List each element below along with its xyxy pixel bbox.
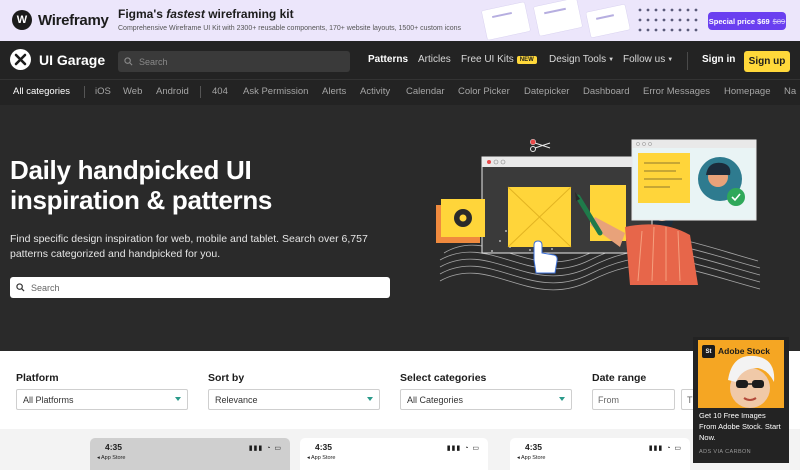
card-app-store-label: ◂ App Store: [307, 455, 336, 461]
status-bar-icons: ▮▮▮ ◔ ▭: [648, 445, 682, 452]
category-bar: All categories iOS Web Android 404 Ask P…: [0, 79, 800, 105]
filter-bar: Platform All Platforms Sort by Relevance…: [0, 351, 800, 429]
category-ask-permission[interactable]: Ask Permission: [243, 86, 308, 97]
sign-in-link[interactable]: Sign in: [702, 54, 735, 65]
nav-link-design-tools-label: Design Tools: [549, 54, 607, 65]
category-separator: [84, 86, 85, 98]
nav-search-input[interactable]: [139, 56, 339, 67]
search-icon: [16, 283, 25, 292]
card-app-store-label: ◂ App Store: [517, 455, 546, 461]
status-bar-icons: ▮▮▮ ◔ ▭: [248, 445, 282, 452]
hero-illustration: [436, 139, 761, 291]
old-price: $89: [772, 16, 786, 26]
category-homepage[interactable]: Homepage: [724, 86, 770, 97]
card-status-time: 4:35: [105, 442, 123, 452]
categories-value: All Categories: [407, 394, 464, 405]
category-404[interactable]: 404: [212, 86, 228, 97]
dropdown-arrow-icon: [175, 397, 181, 401]
status-bar-icons: ▮▮▮ ◔ ▭: [446, 445, 480, 452]
category-web[interactable]: Web: [123, 86, 142, 97]
chevron-down-icon: ▼: [608, 57, 615, 63]
hero-search: [10, 277, 390, 298]
promo-preview-image: [478, 0, 704, 41]
date-range-label: Date range: [592, 372, 647, 384]
category-separator: [200, 86, 201, 98]
wireframy-logo-icon: W: [12, 10, 32, 30]
dropdown-arrow-icon: [367, 397, 373, 401]
nav-link-patterns[interactable]: Patterns: [368, 54, 408, 65]
brand-name: UI Garage: [39, 51, 106, 68]
carbon-ad[interactable]: St Adobe Stock Get 10 Free Images From A…: [693, 337, 789, 463]
sort-by-select[interactable]: Relevance: [208, 389, 380, 410]
ads-via-carbon[interactable]: ADS VIA CARBON: [699, 449, 751, 455]
pattern-gallery: 4:35 ◂ App Store ▮▮▮ ◔ ▭ 4:35 ◂ App Stor…: [0, 429, 800, 470]
category-error-messages[interactable]: Error Messages: [643, 86, 710, 97]
category-activity[interactable]: Activity: [360, 86, 390, 97]
category-ios[interactable]: iOS: [95, 86, 111, 97]
top-navbar: UI Garage Patterns Articles Free UI Kits…: [0, 41, 800, 79]
category-datepicker[interactable]: Datepicker: [524, 86, 569, 97]
price-label: Special price $69: [708, 16, 770, 26]
promo-subtitle: Comprehensive Wireframe UI Kit with 2300…: [118, 25, 461, 32]
sort-by-label: Sort by: [208, 372, 245, 384]
pattern-card[interactable]: 4:35 ◂ App Store ▮▮▮ ◔ ▭: [300, 438, 488, 470]
pattern-card[interactable]: 4:35 ◂ App Store ▮▮▮ ◔ ▭: [510, 438, 690, 470]
sort-by-value: Relevance: [215, 394, 258, 405]
new-badge: NEW: [516, 56, 537, 64]
platform-value: All Platforms: [23, 394, 74, 405]
pattern-card[interactable]: 4:35 ◂ App Store ▮▮▮ ◔ ▭: [90, 438, 290, 470]
nav-link-free-ui-kits-label: Free UI Kits: [461, 54, 514, 65]
wireframy-brand: Wireframy: [38, 11, 109, 29]
promo-banner[interactable]: W Wireframy Figma's fastest wireframing …: [0, 0, 800, 41]
nav-link-design-tools[interactable]: Design Tools ▼: [549, 54, 614, 65]
promo-title-pre: Figma's: [118, 7, 167, 21]
chevron-down-icon: ▼: [667, 57, 674, 63]
dropdown-arrow-icon: [559, 397, 565, 401]
hero-description: Find specific design inspiration for web…: [10, 233, 368, 260]
category-android[interactable]: Android: [156, 86, 189, 97]
sign-up-button[interactable]: Sign up: [744, 51, 790, 72]
card-status-time: 4:35: [525, 442, 543, 452]
brand-link[interactable]: UI Garage: [10, 49, 105, 70]
nav-link-free-ui-kits[interactable]: Free UI Kits NEW: [461, 54, 537, 65]
nav-link-follow-us[interactable]: Follow us ▼: [623, 54, 673, 65]
hero-section: Daily handpicked UI inspiration & patter…: [0, 105, 800, 351]
adobe-stock-logo-icon: St: [702, 345, 715, 358]
promo-title: Figma's fastest wireframing kit: [118, 7, 294, 21]
ad-brand: Adobe Stock: [718, 346, 770, 356]
wireframy-logo: W Wireframy: [12, 10, 109, 30]
card-app-store-label: ◂ App Store: [97, 455, 126, 461]
select-categories-label: Select categories: [400, 372, 487, 384]
category-color-picker[interactable]: Color Picker: [458, 86, 510, 97]
hero-search-input[interactable]: [31, 282, 381, 293]
ad-text[interactable]: Get 10 Free Images From Adobe Stock. Sta…: [699, 410, 785, 443]
platform-select[interactable]: All Platforms: [16, 389, 188, 410]
platform-label: Platform: [16, 372, 59, 384]
promo-title-post: wireframing kit: [204, 7, 294, 21]
nav-link-follow-us-label: Follow us: [623, 54, 666, 65]
nav-divider: [687, 52, 688, 70]
nav-search: [118, 51, 350, 72]
ad-image[interactable]: St Adobe Stock: [698, 340, 784, 408]
search-icon: [124, 57, 133, 66]
ui-garage-logo-icon: [10, 49, 31, 70]
promo-title-emphasis: fastest: [166, 7, 205, 21]
category-navigation[interactable]: Na: [784, 86, 796, 97]
special-price-button[interactable]: Special price $69 $89: [708, 12, 786, 30]
category-dashboard[interactable]: Dashboard: [583, 86, 629, 97]
categories-select[interactable]: All Categories: [400, 389, 572, 410]
date-from-input[interactable]: From: [592, 389, 675, 410]
card-status-time: 4:35: [315, 442, 333, 452]
category-alerts[interactable]: Alerts: [322, 86, 346, 97]
nav-link-articles[interactable]: Articles: [418, 54, 451, 65]
category-calendar[interactable]: Calendar: [406, 86, 445, 97]
category-all[interactable]: All categories: [13, 86, 70, 97]
hero-title: Daily handpicked UI inspiration & patter…: [10, 155, 273, 215]
